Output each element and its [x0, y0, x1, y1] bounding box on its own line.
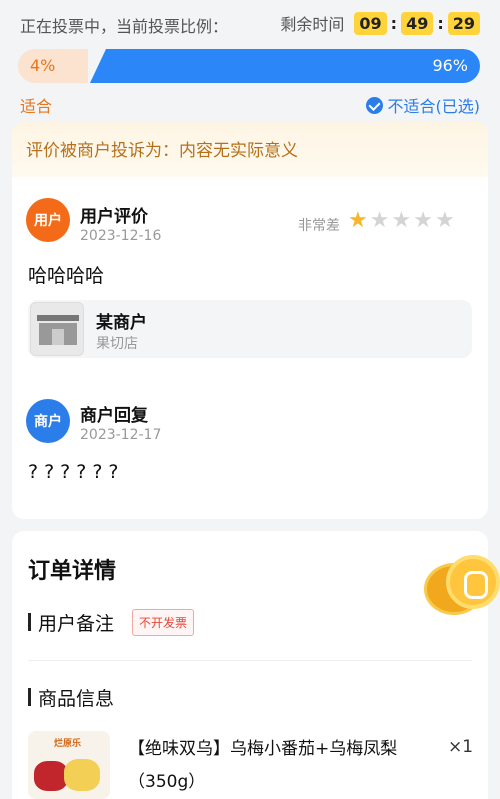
- product-quantity: ×1: [448, 737, 474, 757]
- vote-option-unsuitable[interactable]: 不适合(已选): [365, 93, 481, 117]
- order-details-card: 订单详情 用户备注 不开发票 商品信息 烂原乐 【绝味双乌】乌梅小番茄+乌梅凤梨…: [12, 531, 488, 799]
- vote-status-text: 正在投票中，当前投票比例：: [20, 17, 229, 36]
- divider: [28, 660, 472, 661]
- storefront-icon: [30, 302, 84, 356]
- user-review-date: 2023-12-16: [80, 228, 162, 244]
- coin-reward-icon[interactable]: [424, 555, 500, 615]
- check-circle-icon: [365, 96, 383, 114]
- vote-option-suitable[interactable]: 适合: [20, 93, 52, 117]
- star-icon: ★: [413, 208, 433, 233]
- star-icon: ★: [434, 208, 455, 233]
- vote-percent-unsuitable: 96%: [432, 56, 468, 75]
- product-name[interactable]: 【绝味双乌】乌梅小番茄+乌梅凤梨（350g）: [128, 733, 438, 799]
- section-marker: [28, 688, 31, 706]
- star-icon: ★: [391, 208, 412, 233]
- vote-percent-suitable: 4%: [30, 56, 56, 75]
- merchant-avatar: 商户: [26, 399, 70, 443]
- vote-option-unsuitable-label: 不适合(已选): [387, 97, 481, 116]
- vote-bar-unsuitable: 96%: [90, 49, 480, 83]
- timer-minutes: 49: [401, 11, 434, 35]
- rating-label: 非常差: [298, 218, 340, 234]
- star-rating: ★ ★ ★ ★ ★: [348, 210, 455, 232]
- no-invoice-tag: 不开发票: [132, 609, 195, 636]
- product-image[interactable]: 烂原乐: [28, 731, 110, 799]
- timer-hours: 09: [354, 11, 387, 35]
- timer-seconds: 29: [447, 11, 480, 35]
- shop-card[interactable]: 某商户 果切店: [28, 300, 472, 358]
- shop-name: 某商户: [96, 313, 147, 333]
- countdown-timer: 剩余时间 09 : 49 : 29: [280, 11, 480, 35]
- star-icon: ★: [369, 208, 390, 233]
- goods-section-title: 商品信息: [38, 688, 115, 710]
- user-review-title: 用户评价: [80, 207, 148, 227]
- timer-label: 剩余时间: [280, 15, 345, 34]
- review-card: 评价被商户投诉为：内容无实际意义 用户 用户评价 2023-12-16 非常差 …: [12, 122, 488, 519]
- section-marker: [28, 613, 31, 631]
- star-icon: ★: [348, 208, 368, 233]
- user-review-text: 哈哈哈哈: [28, 265, 105, 287]
- vote-bar-suitable: 4%: [18, 49, 88, 83]
- merchant-reply-date: 2023-12-17: [80, 427, 162, 443]
- merchant-reply-text: ??????: [28, 461, 125, 483]
- shop-category: 果切店: [96, 336, 138, 352]
- user-avatar: 用户: [26, 198, 70, 242]
- vote-panel: 正在投票中，当前投票比例： 剩余时间 09 : 49 : 29 4% 96% 适…: [0, 0, 500, 122]
- order-details-title: 订单详情: [28, 559, 117, 584]
- timer-separator: :: [390, 13, 398, 33]
- timer-separator: :: [437, 13, 444, 33]
- complaint-banner: 评价被商户投诉为：内容无实际意义: [12, 122, 488, 177]
- merchant-reply-title: 商户回复: [80, 406, 148, 426]
- remark-section-title: 用户备注: [38, 613, 115, 635]
- product-brand: 烂原乐: [54, 739, 82, 749]
